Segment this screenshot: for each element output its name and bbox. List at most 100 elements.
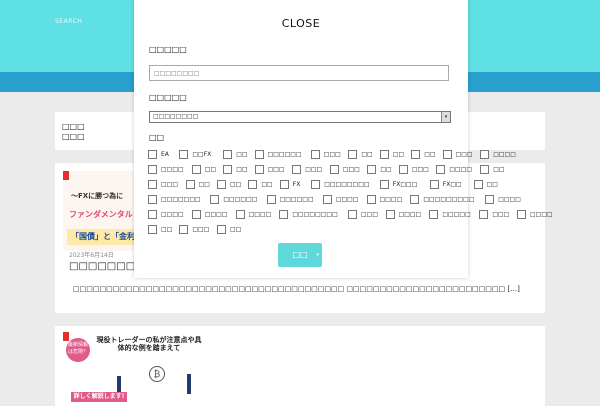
- tag-checkbox[interactable]: □□: [185, 180, 210, 189]
- checkbox-icon[interactable]: [179, 150, 189, 159]
- tag-checkbox[interactable]: □□□: [442, 150, 473, 159]
- tag-checkbox[interactable]: □□□□□□□□: [311, 180, 370, 189]
- checkbox-icon[interactable]: [179, 225, 189, 234]
- tag-checkbox[interactable]: □□: [223, 165, 248, 174]
- search-link[interactable]: SEARCH: [55, 18, 82, 25]
- tag-checkbox[interactable]: □□□□□□: [254, 150, 302, 159]
- checkbox-icon[interactable]: [210, 195, 220, 204]
- checkbox-icon[interactable]: [248, 180, 258, 189]
- checkbox-icon[interactable]: [442, 150, 452, 159]
- checkbox-icon[interactable]: [480, 165, 490, 174]
- tag-checkbox[interactable]: □□: [217, 225, 241, 234]
- tag-checkbox[interactable]: □□□: [329, 165, 360, 174]
- tag-checkbox[interactable]: □□□□: [148, 210, 184, 219]
- tag-checkbox[interactable]: □□□□: [322, 195, 358, 204]
- tag-checkbox[interactable]: □□: [348, 150, 373, 159]
- tag-checkbox[interactable]: □□□: [292, 165, 322, 174]
- checkbox-icon[interactable]: [185, 180, 195, 189]
- tag-checkbox[interactable]: □□□□: [191, 210, 227, 219]
- tag-checkbox[interactable]: □□□□: [485, 195, 521, 204]
- tag-checkbox[interactable]: □□□□: [436, 165, 472, 174]
- checkbox-icon[interactable]: [266, 195, 276, 204]
- checkbox-icon[interactable]: [254, 165, 264, 174]
- checkbox-icon[interactable]: [411, 150, 421, 159]
- checkbox-icon[interactable]: [517, 210, 526, 219]
- close-button[interactable]: CLOSE: [134, 17, 468, 30]
- checkbox-icon[interactable]: [379, 150, 389, 159]
- tag-checkbox[interactable]: □□□□: [480, 150, 516, 159]
- tag-checkbox[interactable]: □□□□□□: [266, 195, 314, 204]
- checkbox-icon[interactable]: [348, 150, 358, 159]
- checkbox-icon[interactable]: [311, 180, 321, 189]
- tag-checkbox[interactable]: □□: [379, 150, 404, 159]
- tag-checkbox[interactable]: □□□□: [235, 210, 271, 219]
- tag-checkbox[interactable]: EA: [148, 150, 169, 159]
- checkbox-icon[interactable]: [398, 165, 408, 174]
- tag-checkbox[interactable]: □□□□□□□□□: [410, 195, 474, 204]
- tag-checkbox[interactable]: □□□□: [366, 195, 402, 204]
- tag-checkbox[interactable]: FX: [279, 180, 300, 189]
- tag-checkbox[interactable]: □□□: [310, 150, 341, 159]
- checkbox-icon[interactable]: [292, 165, 302, 174]
- checkbox-icon[interactable]: [429, 180, 439, 189]
- tag-checkbox[interactable]: □□: [473, 180, 498, 189]
- tag-checkbox[interactable]: □□□□: [385, 210, 421, 219]
- tag-checkbox[interactable]: □□□: [348, 210, 378, 219]
- tag-checkbox[interactable]: □□: [148, 225, 172, 234]
- checkbox-icon[interactable]: [191, 210, 201, 219]
- checkbox-icon[interactable]: [436, 165, 446, 174]
- checkbox-icon[interactable]: [148, 210, 157, 219]
- checkbox-icon[interactable]: [148, 165, 157, 174]
- category-select[interactable]: □□□□□□□□ ▾: [149, 111, 451, 123]
- checkbox-icon[interactable]: [148, 150, 157, 159]
- checkbox-icon[interactable]: [479, 210, 489, 219]
- tag-checkbox[interactable]: □□□: [398, 165, 429, 174]
- tag-checkbox[interactable]: □□□: [148, 180, 178, 189]
- tag-checkbox[interactable]: □□: [191, 165, 216, 174]
- post-card[interactable]: 最新情報は危険？ 現役トレーダーの私が注意点や具体的な例を踏まえて ₿ 詳しく解…: [55, 326, 545, 406]
- tag-checkbox[interactable]: □□: [411, 150, 436, 159]
- tag-checkbox[interactable]: □□□□□□□□: [279, 210, 338, 219]
- tag-checkbox[interactable]: □□□□□: [429, 210, 471, 219]
- tag-checkbox[interactable]: FX□□: [429, 180, 462, 189]
- tag-checkbox[interactable]: □□: [367, 165, 392, 174]
- keyword-input[interactable]: [149, 65, 449, 81]
- tag-checkbox[interactable]: □□□: [479, 210, 509, 219]
- checkbox-icon[interactable]: [480, 150, 490, 159]
- tag-checkbox[interactable]: □□: [217, 180, 241, 189]
- tag-checkbox[interactable]: □□□□□□□: [148, 195, 201, 204]
- checkbox-icon[interactable]: [329, 165, 339, 174]
- tag-checkbox[interactable]: □□: [223, 150, 248, 159]
- dropdown-arrow-icon[interactable]: ▾: [441, 112, 450, 122]
- checkbox-icon[interactable]: [191, 165, 201, 174]
- checkbox-icon[interactable]: [410, 195, 420, 204]
- tag-checkbox[interactable]: □□□□: [517, 210, 553, 219]
- tag-checkbox[interactable]: □□FX: [179, 150, 211, 159]
- checkbox-icon[interactable]: [385, 210, 395, 219]
- checkbox-icon[interactable]: [254, 150, 264, 159]
- checkbox-icon[interactable]: [322, 195, 332, 204]
- tag-checkbox[interactable]: □□: [248, 180, 273, 189]
- post-thumbnail[interactable]: 最新情報は危険？ 現役トレーダーの私が注意点や具体的な例を踏まえて ₿ 詳しく解…: [63, 332, 203, 404]
- checkbox-icon[interactable]: [485, 195, 495, 204]
- tag-checkbox[interactable]: □□□: [179, 225, 209, 234]
- tag-checkbox[interactable]: □□□□: [148, 165, 184, 174]
- checkbox-icon[interactable]: [429, 210, 439, 219]
- checkbox-icon[interactable]: [366, 195, 376, 204]
- checkbox-icon[interactable]: [148, 180, 157, 189]
- tag-checkbox[interactable]: □□□: [254, 165, 285, 174]
- checkbox-icon[interactable]: [348, 210, 357, 219]
- checkbox-icon[interactable]: [148, 195, 157, 204]
- checkbox-icon[interactable]: [217, 225, 226, 234]
- checkbox-icon[interactable]: [279, 180, 289, 189]
- tag-checkbox[interactable]: □□□□□□: [210, 195, 257, 204]
- tag-checkbox[interactable]: FX□□□: [379, 180, 417, 189]
- checkbox-icon[interactable]: [279, 210, 289, 219]
- checkbox-icon[interactable]: [223, 150, 233, 159]
- checkbox-icon[interactable]: [148, 225, 157, 234]
- checkbox-icon[interactable]: [217, 180, 226, 189]
- search-submit-button[interactable]: □□ ▾: [278, 243, 322, 267]
- checkbox-icon[interactable]: [367, 165, 377, 174]
- checkbox-icon[interactable]: [235, 210, 245, 219]
- checkbox-icon[interactable]: [379, 180, 389, 189]
